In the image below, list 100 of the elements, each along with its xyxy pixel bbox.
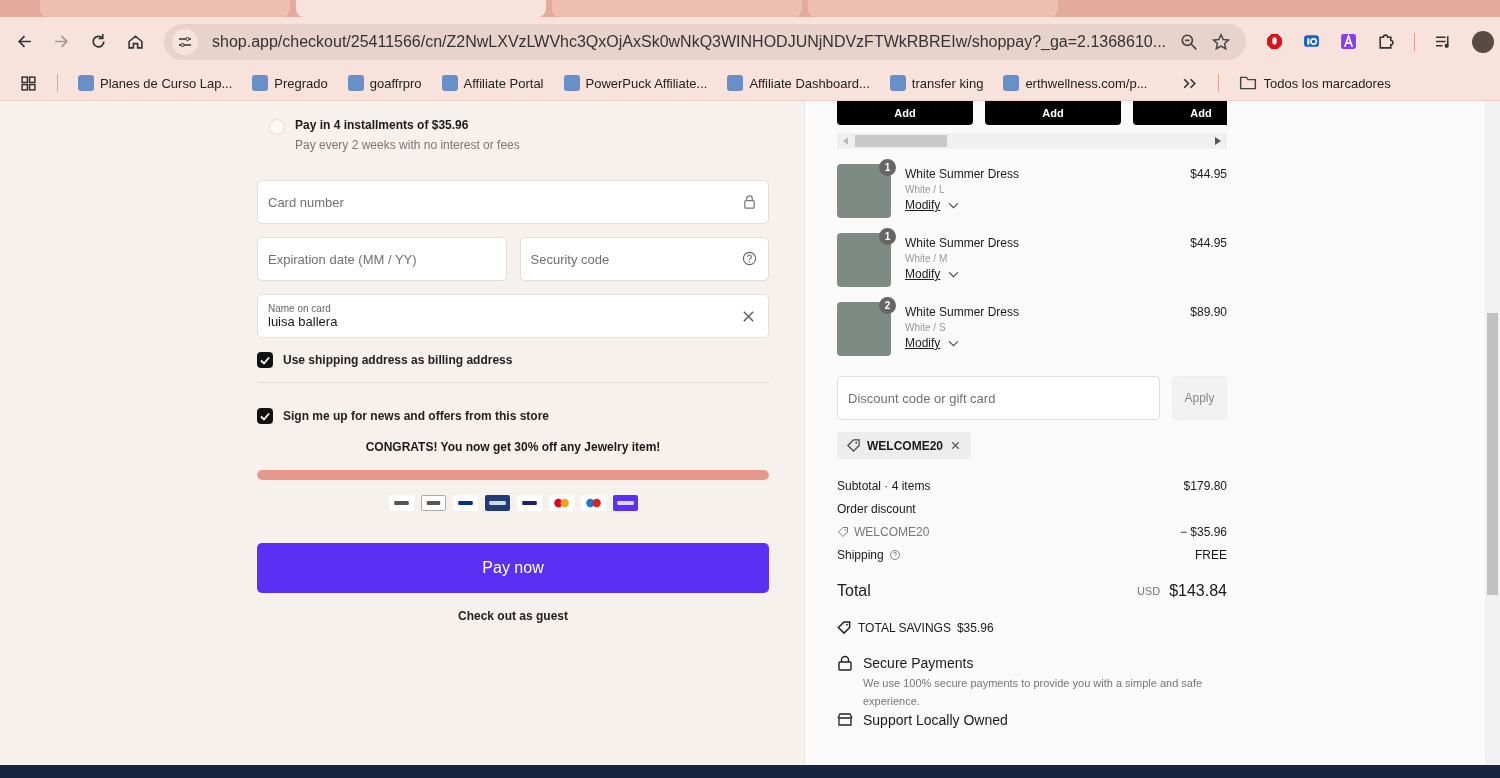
favicon-icon — [347, 75, 364, 91]
caret-icon[interactable] — [948, 201, 960, 209]
secure-payments-text: We use 100% secure payments to provide you with a simple and safe experience. — [863, 676, 1204, 709]
favicon-icon — [441, 75, 458, 91]
bookmark-link[interactable]: goaffrpro — [347, 75, 422, 91]
star-icon[interactable] — [1212, 32, 1231, 51]
product-variant: White / L — [905, 184, 946, 195]
card-logo-icon — [420, 495, 446, 511]
favicon-icon — [252, 75, 269, 91]
product-variant: White / S — [905, 322, 947, 333]
lock-icon — [837, 655, 853, 671]
favicon-icon — [78, 75, 94, 91]
card-logo-icon — [548, 495, 574, 511]
extension-icon[interactable] — [1303, 33, 1321, 50]
modify-link[interactable]: Modify — [905, 198, 941, 212]
card-logo-icon — [516, 495, 542, 511]
shipping-label: Shipping — [837, 548, 884, 562]
product-variant: White / M — [905, 253, 949, 264]
bookmark-link[interactable]: erthwellness.com/p... — [1003, 75, 1148, 91]
product-name: White Summer Dress — [905, 305, 1021, 319]
help-icon — [742, 251, 757, 266]
profile-avatar[interactable] — [1472, 30, 1495, 53]
promo-message: CONGRATS! You now get 30% off any Jewelry item! — [364, 440, 662, 454]
photo-placeholder — [837, 233, 891, 287]
vertical-scrollbar[interactable] — [1485, 101, 1500, 765]
support-title: Support Locally Owned — [863, 712, 1008, 728]
quantity-badge: 1 — [879, 228, 896, 245]
favicon-icon — [1003, 75, 1020, 91]
total-label: Total — [837, 582, 871, 600]
favicon-icon — [727, 75, 744, 91]
folder-icon — [1239, 74, 1258, 92]
reload-icon[interactable] — [90, 33, 107, 50]
photo-placeholder — [837, 302, 891, 356]
bookmark-link[interactable]: Planes de Curso Lap... — [78, 75, 233, 91]
site-settings-icon[interactable] — [172, 28, 198, 55]
card-logo-icon — [580, 495, 606, 511]
total-value: $143.84 — [1169, 582, 1227, 600]
bookmark-link[interactable]: Pregrado — [252, 75, 328, 91]
secure-payments-title: Secure Payments — [863, 655, 975, 671]
add-button[interactable]: Add — [1133, 101, 1227, 125]
savings-value: $35.96 — [956, 620, 994, 635]
product-price: $89.90 — [1190, 305, 1227, 321]
home-icon[interactable] — [127, 33, 144, 50]
help-icon[interactable] — [888, 549, 901, 561]
discount-code: WELCOME20 — [854, 525, 930, 539]
checkbox-label: Sign me up for news and offers from this store — [283, 409, 550, 423]
apps-grid-icon[interactable] — [20, 74, 37, 92]
caret-icon[interactable] — [948, 270, 960, 278]
subtotal-label: Subtotal · 4 items — [837, 479, 931, 493]
bookmark-link[interactable]: Affiliate Dashboard... — [727, 75, 870, 91]
bookmark-link[interactable]: PowerPuck Affiliate... — [563, 75, 708, 91]
favicon-icon — [889, 75, 906, 91]
subtotal-value: $179.80 — [1183, 479, 1227, 493]
horizontal-scrollbar[interactable] — [837, 133, 1227, 149]
right-arrow-icon[interactable] — [1215, 137, 1221, 145]
tag-icon — [846, 438, 861, 453]
pay-now-button[interactable]: Pay now — [257, 543, 769, 593]
shop-icon — [837, 712, 853, 728]
card-logo-icon — [452, 495, 478, 511]
tag-icon — [837, 526, 849, 538]
caret-icon[interactable] — [948, 339, 960, 347]
checkbox-label: Use shipping address as billing address — [283, 353, 513, 367]
zoom-icon[interactable] — [1180, 32, 1199, 51]
product-price: $44.95 — [1190, 167, 1227, 183]
card-logo-icon — [612, 495, 638, 511]
extension-icon[interactable] — [1340, 33, 1358, 50]
add-button[interactable]: Add — [837, 101, 973, 125]
discount-code: WELCOME20 — [867, 438, 943, 453]
bookmark-link[interactable]: Affiliate Portal — [441, 75, 544, 91]
guest-checkout-link[interactable]: Check out as guest — [458, 609, 568, 623]
stop-sign-icon[interactable] — [1266, 33, 1284, 50]
all-bookmarks-link[interactable]: Todos los marcadores — [1239, 74, 1391, 92]
order-discount-label: Order discount — [837, 502, 916, 516]
card-logo-icon — [484, 495, 510, 511]
expiration-date-field[interactable]: Expiration date (MM / YY) — [257, 237, 507, 281]
discount-code-field[interactable]: Discount code or gift card — [837, 376, 1160, 420]
quantity-badge: 1 — [879, 159, 896, 176]
card-number-field[interactable]: Card number — [257, 180, 769, 224]
modify-link[interactable]: Modify — [905, 267, 941, 281]
product-name: White Summer Dress — [905, 236, 1021, 250]
add-button[interactable]: Add — [985, 101, 1121, 125]
radio-button[interactable] — [269, 119, 285, 135]
remove-icon[interactable] — [949, 439, 962, 452]
puzzle-icon[interactable] — [1377, 33, 1395, 50]
shipping-value: FREE — [1195, 548, 1227, 562]
security-code-field[interactable]: Security code — [519, 237, 769, 281]
address-bar[interactable]: shop.app/checkout/25411566/cn/Z2NwLXVzLWVhc3QxOjAxSk0wNkQ3WINHODJUNjNDVzFTWkRBREIw/shoppay?_ga=2.1368610... — [164, 23, 1247, 60]
checkbox[interactable] — [257, 408, 273, 424]
photo-placeholder — [837, 164, 891, 218]
favicon-icon — [563, 75, 580, 91]
checkbox[interactable] — [257, 352, 273, 368]
tag-icon — [837, 620, 852, 635]
back-icon[interactable] — [16, 33, 33, 50]
name-on-card-field[interactable]: Name on card luisa ballera — [257, 294, 769, 338]
product-name: White Summer Dress — [905, 167, 1021, 181]
discount-value: − $35.96 — [1179, 525, 1227, 539]
modify-link[interactable]: Modify — [905, 336, 941, 350]
bookmark-link[interactable]: transfer king — [889, 75, 984, 91]
installments-title: Pay in 4 installments of $35.96 — [295, 118, 470, 132]
product-price: $44.95 — [1190, 236, 1227, 252]
